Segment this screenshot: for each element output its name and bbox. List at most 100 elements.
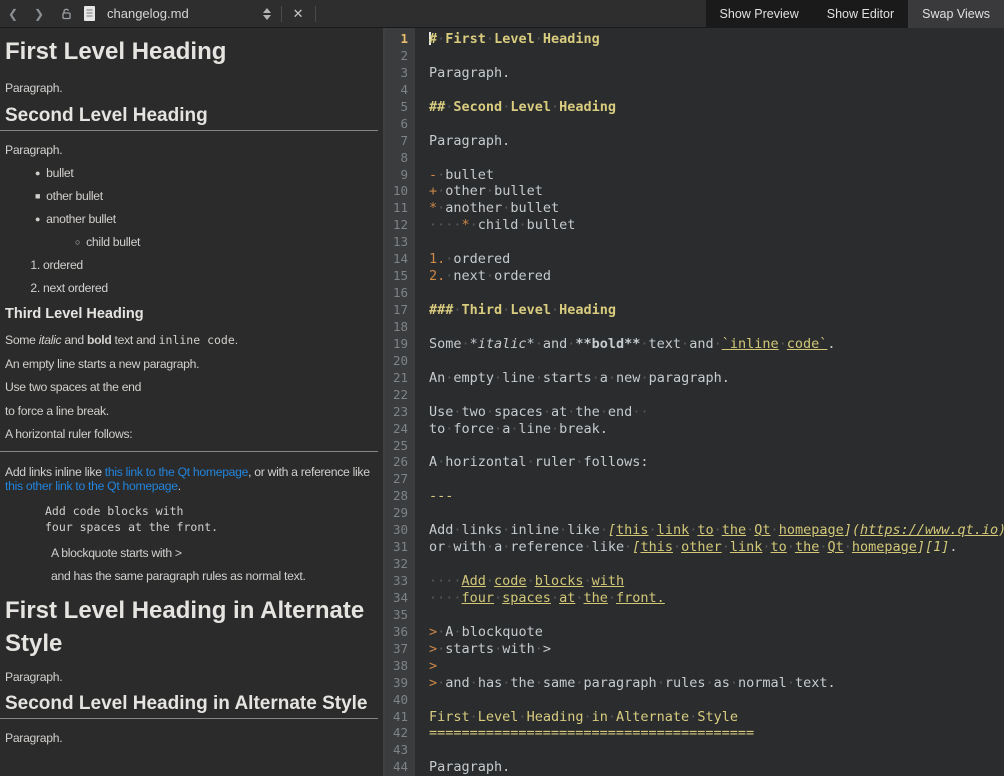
- markdown-source-editor[interactable]: 1#·First·Level·Heading23Paragraph.45##·S…: [385, 28, 1004, 776]
- editor-line[interactable]: 152.·next·ordered: [385, 268, 1004, 285]
- editor-line[interactable]: 3Paragraph.: [385, 65, 1004, 82]
- preview-h2: Second Level Heading: [5, 105, 372, 127]
- links-paragraph: Add links inline like this link to the Q…: [5, 465, 372, 493]
- line-number: 25: [385, 438, 415, 455]
- line-number: 19: [385, 336, 415, 353]
- editor-line[interactable]: 12····*·child·bullet: [385, 217, 1004, 234]
- editor-line[interactable]: 9-·bullet: [385, 167, 1004, 184]
- markdown-preview-pane: First Level Heading Paragraph. Second Le…: [0, 28, 378, 776]
- editor-line[interactable]: 11*·another·bullet: [385, 200, 1004, 217]
- show-preview-button[interactable]: Show Preview: [706, 0, 813, 28]
- line-number: 13: [385, 234, 415, 251]
- list-item: ordered: [43, 258, 372, 272]
- editor-line[interactable]: 24to·force·a·line·break.: [385, 421, 1004, 438]
- swap-views-button[interactable]: Swap Views: [908, 0, 1004, 28]
- heading-ruler: [0, 718, 378, 719]
- editor-line[interactable]: 10+·other·bullet: [385, 183, 1004, 200]
- line-number: 23: [385, 404, 415, 421]
- horizontal-ruler: [0, 451, 378, 452]
- editor-line[interactable]: 36>·A·blockquote: [385, 624, 1004, 641]
- line-number: 10: [385, 183, 415, 200]
- editor-line[interactable]: 21An·empty·line·starts·a·new·paragraph.: [385, 370, 1004, 387]
- line-number: 18: [385, 319, 415, 336]
- editor-line[interactable]: 7Paragraph.: [385, 133, 1004, 150]
- editor-line[interactable]: 19Some·*italic*·and·**bold**·text·and·`i…: [385, 336, 1004, 353]
- preview-h1-alt: First Level Heading in Alternate Style: [5, 595, 372, 660]
- line-number: 2: [385, 48, 415, 65]
- line-number: 43: [385, 742, 415, 759]
- line-number: 39: [385, 675, 415, 692]
- editor-line[interactable]: 30Add·links·inline·like·[this·link·to·th…: [385, 522, 1004, 539]
- editor-line[interactable]: 31or·with·a·reference·like·[this·other·l…: [385, 539, 1004, 556]
- editor-line[interactable]: 13: [385, 234, 1004, 251]
- bullet-list: bullet other bullet another bullet child…: [5, 166, 372, 249]
- line-number: 7: [385, 133, 415, 150]
- close-document-icon[interactable]: ✕: [288, 6, 309, 22]
- editor-line[interactable]: 6: [385, 116, 1004, 133]
- pane-splitter[interactable]: [378, 28, 385, 776]
- split-selector-icon[interactable]: [259, 8, 275, 20]
- styles-paragraph: Some italic and bold text and inline cod…: [5, 333, 372, 347]
- editor-line[interactable]: 28---: [385, 488, 1004, 505]
- editor-line[interactable]: 27: [385, 471, 1004, 488]
- editor-line[interactable]: 25: [385, 438, 1004, 455]
- editor-line[interactable]: 34····four·spaces·at·the·front.: [385, 590, 1004, 607]
- editor-line[interactable]: 17###·Third·Level·Heading: [385, 302, 1004, 319]
- editor-line[interactable]: 39>·and·has·the·same·paragraph·rules·as·…: [385, 675, 1004, 692]
- line-number: 22: [385, 387, 415, 404]
- ordered-list: ordered next ordered: [5, 258, 372, 295]
- forward-icon[interactable]: ❯: [26, 7, 52, 21]
- list-item: child bullet: [75, 235, 372, 249]
- line-number: 35: [385, 607, 415, 624]
- line-number: 36: [385, 624, 415, 641]
- editor-line[interactable]: 44Paragraph.: [385, 759, 1004, 776]
- editor-line[interactable]: 23Use·two·spaces·at·the·end··: [385, 404, 1004, 421]
- editor-line[interactable]: 1#·First·Level·Heading: [385, 31, 1004, 48]
- editor-line[interactable]: 43: [385, 742, 1004, 759]
- line-number: 33: [385, 573, 415, 590]
- blockquote: A blockquote starts with > and has the s…: [5, 546, 372, 584]
- qt-homepage-reference-link[interactable]: this other link to the Qt homepage: [5, 479, 178, 493]
- preview-paragraph: Use two spaces at the end: [5, 380, 372, 394]
- editor-line[interactable]: 141.·ordered: [385, 251, 1004, 268]
- separator: [281, 6, 282, 22]
- line-number: 41: [385, 709, 415, 726]
- line-number: 34: [385, 590, 415, 607]
- editor-line[interactable]: 26A·horizontal·ruler·follows:: [385, 454, 1004, 471]
- editor-line[interactable]: 37>·starts·with·>: [385, 641, 1004, 658]
- code-block: Add code blocks with four spaces at the …: [45, 503, 372, 535]
- qt-homepage-link[interactable]: this link to the Qt homepage: [105, 465, 248, 479]
- editor-line[interactable]: 41First·Level·Heading·in·Alternate·Style: [385, 709, 1004, 726]
- editor-line[interactable]: 40: [385, 692, 1004, 709]
- editor-line[interactable]: 5##·Second·Level·Heading: [385, 99, 1004, 116]
- line-number: 40: [385, 692, 415, 709]
- file-tab-title[interactable]: changelog.md: [107, 6, 189, 21]
- editor-line[interactable]: 18: [385, 319, 1004, 336]
- line-number: 8: [385, 150, 415, 167]
- editor-line[interactable]: 20: [385, 353, 1004, 370]
- bold-text: bold: [87, 333, 112, 347]
- editor-line[interactable]: 32: [385, 556, 1004, 573]
- editor-line[interactable]: 33····Add·code·blocks·with: [385, 573, 1004, 590]
- editor-line[interactable]: 38>: [385, 658, 1004, 675]
- heading-ruler: [0, 130, 378, 131]
- editor-line[interactable]: 22: [385, 387, 1004, 404]
- editor-line[interactable]: 42======================================…: [385, 725, 1004, 742]
- blockquote-line: A blockquote starts with >: [51, 546, 372, 560]
- back-icon[interactable]: ❮: [0, 7, 26, 21]
- lock-open-icon[interactable]: [60, 7, 74, 21]
- editor-line[interactable]: 2: [385, 48, 1004, 65]
- document-icon: [82, 5, 97, 22]
- preview-h2-alt: Second Level Heading in Alternate Style: [5, 693, 372, 715]
- line-number: 5: [385, 99, 415, 116]
- editor-line[interactable]: 4: [385, 82, 1004, 99]
- editor-line[interactable]: 29: [385, 505, 1004, 522]
- preview-h1: First Level Heading: [5, 36, 372, 68]
- line-number: 27: [385, 471, 415, 488]
- show-editor-button[interactable]: Show Editor: [813, 0, 908, 28]
- line-number: 37: [385, 641, 415, 658]
- editor-line[interactable]: 8: [385, 150, 1004, 167]
- editor-line[interactable]: 35: [385, 607, 1004, 624]
- editor-line[interactable]: 16: [385, 285, 1004, 302]
- line-number: 12: [385, 217, 415, 234]
